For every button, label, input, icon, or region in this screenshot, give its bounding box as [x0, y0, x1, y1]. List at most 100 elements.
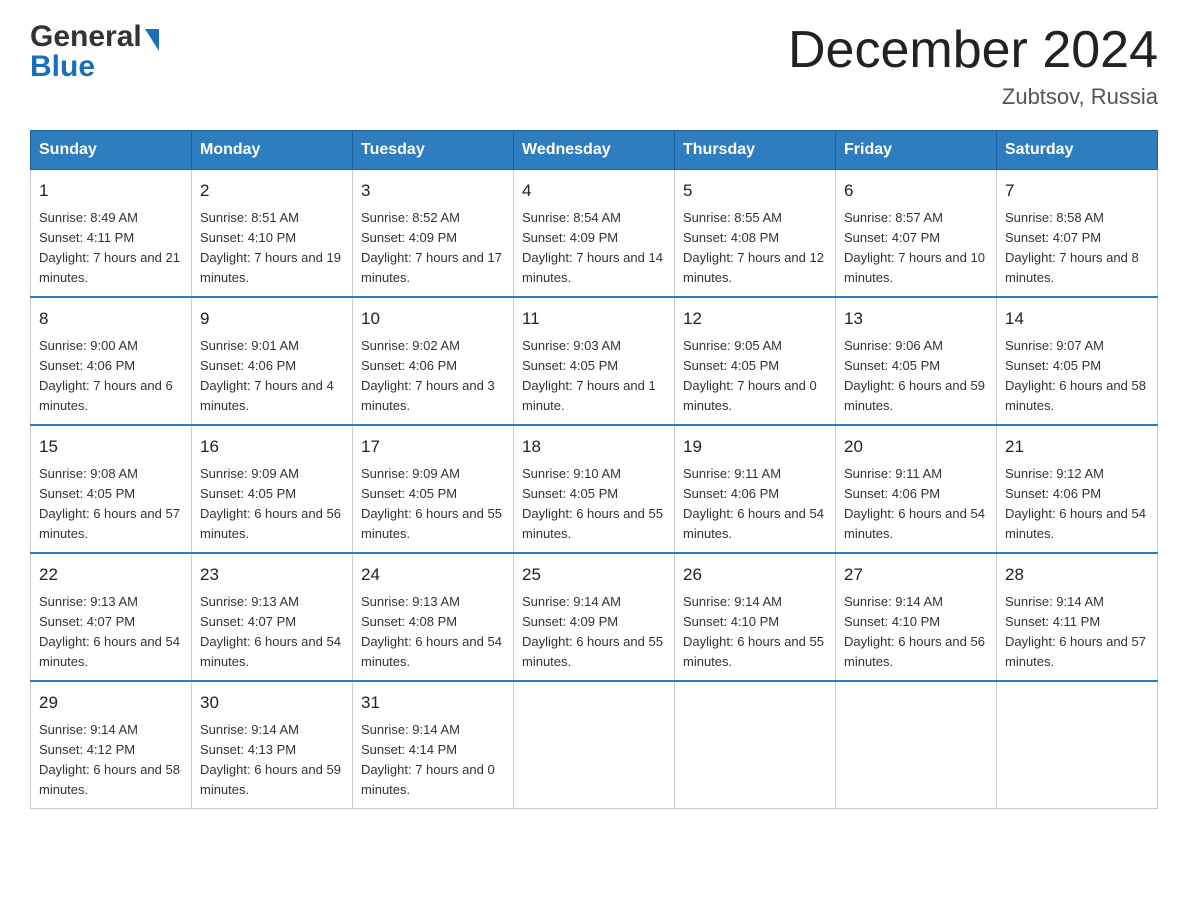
day-info: Sunrise: 9:02 AMSunset: 4:06 PMDaylight:…: [361, 338, 495, 413]
table-row: 14 Sunrise: 9:07 AMSunset: 4:05 PMDaylig…: [997, 297, 1158, 425]
day-number: 13: [844, 306, 988, 332]
table-row: 15 Sunrise: 9:08 AMSunset: 4:05 PMDaylig…: [31, 425, 192, 553]
table-row: 23 Sunrise: 9:13 AMSunset: 4:07 PMDaylig…: [192, 553, 353, 681]
table-row: 3 Sunrise: 8:52 AMSunset: 4:09 PMDayligh…: [353, 170, 514, 298]
day-info: Sunrise: 8:55 AMSunset: 4:08 PMDaylight:…: [683, 210, 824, 285]
day-info: Sunrise: 9:14 AMSunset: 4:10 PMDaylight:…: [844, 594, 985, 669]
table-row: 17 Sunrise: 9:09 AMSunset: 4:05 PMDaylig…: [353, 425, 514, 553]
logo: General Blue: [30, 20, 159, 84]
header-friday: Friday: [836, 131, 997, 170]
day-number: 18: [522, 434, 666, 460]
day-number: 2: [200, 178, 344, 204]
day-number: 4: [522, 178, 666, 204]
day-number: 15: [39, 434, 183, 460]
header-wednesday: Wednesday: [514, 131, 675, 170]
header-monday: Monday: [192, 131, 353, 170]
calendar-week-row: 22 Sunrise: 9:13 AMSunset: 4:07 PMDaylig…: [31, 553, 1158, 681]
day-info: Sunrise: 9:14 AMSunset: 4:13 PMDaylight:…: [200, 722, 341, 797]
calendar-header-row: Sunday Monday Tuesday Wednesday Thursday…: [31, 131, 1158, 170]
logo-blue: Blue: [30, 50, 95, 84]
day-number: 3: [361, 178, 505, 204]
day-info: Sunrise: 9:06 AMSunset: 4:05 PMDaylight:…: [844, 338, 985, 413]
table-row: 4 Sunrise: 8:54 AMSunset: 4:09 PMDayligh…: [514, 170, 675, 298]
table-row: 8 Sunrise: 9:00 AMSunset: 4:06 PMDayligh…: [31, 297, 192, 425]
table-row: 20 Sunrise: 9:11 AMSunset: 4:06 PMDaylig…: [836, 425, 997, 553]
day-info: Sunrise: 9:09 AMSunset: 4:05 PMDaylight:…: [200, 466, 341, 541]
table-row: 28 Sunrise: 9:14 AMSunset: 4:11 PMDaylig…: [997, 553, 1158, 681]
table-row: 5 Sunrise: 8:55 AMSunset: 4:08 PMDayligh…: [675, 170, 836, 298]
day-info: Sunrise: 9:07 AMSunset: 4:05 PMDaylight:…: [1005, 338, 1146, 413]
day-number: 21: [1005, 434, 1149, 460]
day-info: Sunrise: 9:11 AMSunset: 4:06 PMDaylight:…: [683, 466, 824, 541]
day-number: 9: [200, 306, 344, 332]
table-row: 30 Sunrise: 9:14 AMSunset: 4:13 PMDaylig…: [192, 681, 353, 809]
logo-general: General: [30, 20, 142, 54]
day-info: Sunrise: 9:14 AMSunset: 4:09 PMDaylight:…: [522, 594, 663, 669]
table-row: [997, 681, 1158, 809]
table-row: 25 Sunrise: 9:14 AMSunset: 4:09 PMDaylig…: [514, 553, 675, 681]
logo-triangle-icon: [145, 29, 159, 51]
table-row: [836, 681, 997, 809]
day-number: 12: [683, 306, 827, 332]
page-subtitle: Zubtsov, Russia: [788, 84, 1158, 110]
table-row: 13 Sunrise: 9:06 AMSunset: 4:05 PMDaylig…: [836, 297, 997, 425]
day-info: Sunrise: 8:57 AMSunset: 4:07 PMDaylight:…: [844, 210, 985, 285]
day-info: Sunrise: 9:03 AMSunset: 4:05 PMDaylight:…: [522, 338, 656, 413]
day-info: Sunrise: 9:00 AMSunset: 4:06 PMDaylight:…: [39, 338, 173, 413]
table-row: 18 Sunrise: 9:10 AMSunset: 4:05 PMDaylig…: [514, 425, 675, 553]
day-info: Sunrise: 9:09 AMSunset: 4:05 PMDaylight:…: [361, 466, 502, 541]
day-number: 27: [844, 562, 988, 588]
day-number: 8: [39, 306, 183, 332]
day-info: Sunrise: 8:58 AMSunset: 4:07 PMDaylight:…: [1005, 210, 1139, 285]
day-info: Sunrise: 9:05 AMSunset: 4:05 PMDaylight:…: [683, 338, 817, 413]
page-title: December 2024: [788, 20, 1158, 80]
table-row: 27 Sunrise: 9:14 AMSunset: 4:10 PMDaylig…: [836, 553, 997, 681]
day-info: Sunrise: 8:49 AMSunset: 4:11 PMDaylight:…: [39, 210, 180, 285]
day-number: 17: [361, 434, 505, 460]
table-row: [675, 681, 836, 809]
page-header: General Blue December 2024 Zubtsov, Russ…: [30, 20, 1158, 110]
day-number: 23: [200, 562, 344, 588]
day-number: 16: [200, 434, 344, 460]
day-number: 22: [39, 562, 183, 588]
day-number: 24: [361, 562, 505, 588]
table-row: [514, 681, 675, 809]
day-number: 1: [39, 178, 183, 204]
title-block: December 2024 Zubtsov, Russia: [788, 20, 1158, 110]
table-row: 31 Sunrise: 9:14 AMSunset: 4:14 PMDaylig…: [353, 681, 514, 809]
header-saturday: Saturday: [997, 131, 1158, 170]
table-row: 16 Sunrise: 9:09 AMSunset: 4:05 PMDaylig…: [192, 425, 353, 553]
day-info: Sunrise: 9:10 AMSunset: 4:05 PMDaylight:…: [522, 466, 663, 541]
day-info: Sunrise: 9:14 AMSunset: 4:12 PMDaylight:…: [39, 722, 180, 797]
day-info: Sunrise: 9:13 AMSunset: 4:07 PMDaylight:…: [39, 594, 180, 669]
table-row: 7 Sunrise: 8:58 AMSunset: 4:07 PMDayligh…: [997, 170, 1158, 298]
table-row: 10 Sunrise: 9:02 AMSunset: 4:06 PMDaylig…: [353, 297, 514, 425]
day-info: Sunrise: 8:52 AMSunset: 4:09 PMDaylight:…: [361, 210, 502, 285]
table-row: 6 Sunrise: 8:57 AMSunset: 4:07 PMDayligh…: [836, 170, 997, 298]
day-number: 19: [683, 434, 827, 460]
table-row: 24 Sunrise: 9:13 AMSunset: 4:08 PMDaylig…: [353, 553, 514, 681]
table-row: 1 Sunrise: 8:49 AMSunset: 4:11 PMDayligh…: [31, 170, 192, 298]
calendar-week-row: 29 Sunrise: 9:14 AMSunset: 4:12 PMDaylig…: [31, 681, 1158, 809]
header-thursday: Thursday: [675, 131, 836, 170]
calendar-week-row: 15 Sunrise: 9:08 AMSunset: 4:05 PMDaylig…: [31, 425, 1158, 553]
day-info: Sunrise: 9:11 AMSunset: 4:06 PMDaylight:…: [844, 466, 985, 541]
table-row: 19 Sunrise: 9:11 AMSunset: 4:06 PMDaylig…: [675, 425, 836, 553]
header-tuesday: Tuesday: [353, 131, 514, 170]
table-row: 2 Sunrise: 8:51 AMSunset: 4:10 PMDayligh…: [192, 170, 353, 298]
calendar-week-row: 1 Sunrise: 8:49 AMSunset: 4:11 PMDayligh…: [31, 170, 1158, 298]
table-row: 11 Sunrise: 9:03 AMSunset: 4:05 PMDaylig…: [514, 297, 675, 425]
day-number: 14: [1005, 306, 1149, 332]
day-number: 5: [683, 178, 827, 204]
day-number: 7: [1005, 178, 1149, 204]
table-row: 21 Sunrise: 9:12 AMSunset: 4:06 PMDaylig…: [997, 425, 1158, 553]
header-sunday: Sunday: [31, 131, 192, 170]
day-info: Sunrise: 9:13 AMSunset: 4:07 PMDaylight:…: [200, 594, 341, 669]
day-info: Sunrise: 9:08 AMSunset: 4:05 PMDaylight:…: [39, 466, 180, 541]
day-info: Sunrise: 8:51 AMSunset: 4:10 PMDaylight:…: [200, 210, 341, 285]
day-number: 29: [39, 690, 183, 716]
day-number: 26: [683, 562, 827, 588]
day-info: Sunrise: 9:14 AMSunset: 4:11 PMDaylight:…: [1005, 594, 1146, 669]
day-number: 30: [200, 690, 344, 716]
day-number: 28: [1005, 562, 1149, 588]
